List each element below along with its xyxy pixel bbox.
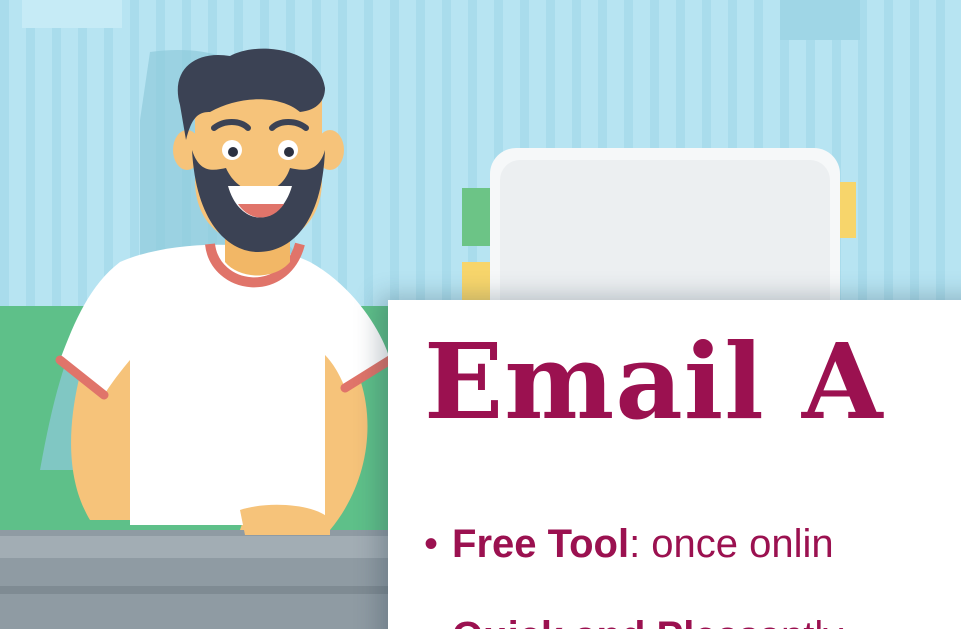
- bullet-term: Quick and Ple: [452, 614, 717, 629]
- wall-frame: [780, 0, 860, 40]
- bullet-item: • Quick and Pleasantly: [424, 616, 843, 629]
- bullet-text: asantly: [717, 614, 844, 629]
- bullet-term: Free Tool: [452, 522, 630, 566]
- card-title: Email A: [424, 320, 884, 443]
- bullet-text: : once onlin: [629, 522, 834, 566]
- hero-illustration: Email A • Free Tool: once onlin • Quick an…: [0, 0, 961, 629]
- bullet-dot: •: [424, 614, 438, 629]
- bullet-item: • Free Tool: once onlin: [424, 524, 834, 564]
- wall-frame: [22, 0, 122, 28]
- bullet-dot: •: [424, 522, 439, 566]
- content-card: Email A • Free Tool: once onlin • Quick an…: [388, 300, 961, 629]
